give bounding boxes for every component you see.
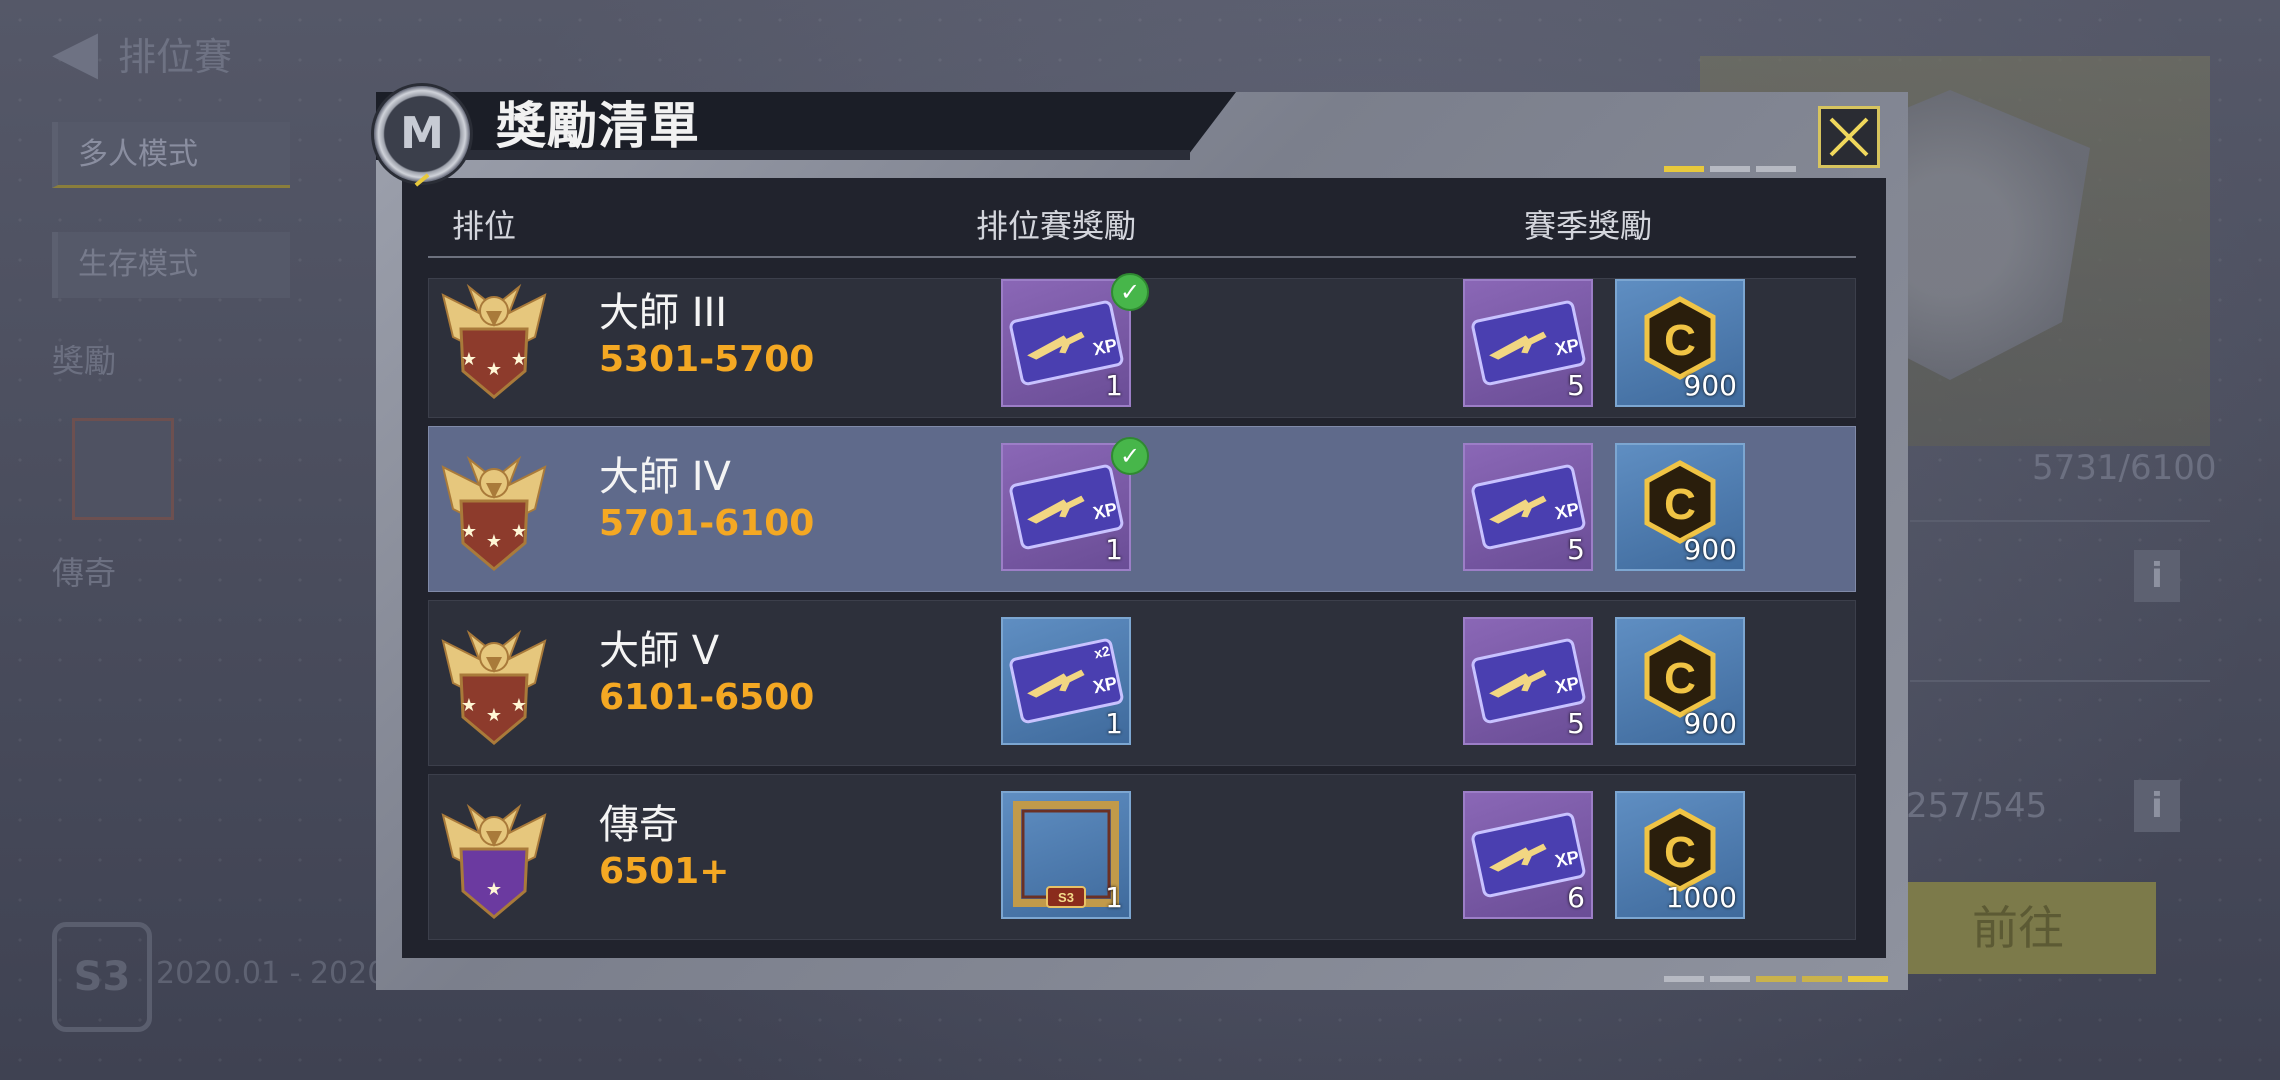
reward-count: 1 [1105, 533, 1123, 566]
table-row[interactable]: ★ ★ ★ 大師 V 6101-6500 XP x2 1 XP 5 C 900 [428, 600, 1856, 766]
svg-text:C: C [1664, 316, 1696, 365]
column-header-rank: 排位 [452, 207, 517, 245]
modal-title: 獎勵清單 [496, 97, 700, 155]
reward-count: 5 [1567, 707, 1585, 740]
rank-name: 大師 IV [599, 454, 731, 500]
rank-name: 大師 V [599, 628, 720, 674]
season-badge-icon: S3 [52, 922, 152, 1032]
decor-dash [1710, 976, 1750, 982]
decor-dash [1664, 976, 1704, 982]
svg-text:★: ★ [461, 521, 477, 542]
svg-text:★: ★ [511, 521, 527, 542]
rank-range: 5701-6100 [599, 503, 815, 544]
close-button[interactable] [1818, 106, 1880, 168]
claimed-check-icon: ✓ [1111, 273, 1149, 311]
xp-card-reward[interactable]: XP 6 [1463, 791, 1593, 919]
bg-divider [1910, 520, 2210, 522]
decor-dash [1664, 166, 1704, 172]
master-rank-icon: ★ ★ ★ [439, 613, 549, 753]
rank-name: 大師 III [599, 290, 728, 336]
xp-card-reward[interactable]: XP 5 [1463, 617, 1593, 745]
cod-points-reward[interactable]: C 900 [1615, 279, 1745, 407]
svg-text:★: ★ [461, 695, 477, 716]
cod-points-reward[interactable]: C 900 [1615, 617, 1745, 745]
info-icon[interactable]: i [2134, 780, 2180, 832]
table-row[interactable]: ★ 傳奇 6501+ S3 1 XP 6 C 1000 [428, 774, 1856, 940]
bg-page-title: 排位賽 [118, 35, 233, 79]
logo-glyph: M [400, 108, 444, 159]
cod-points-reward[interactable]: C 1000 [1615, 791, 1745, 919]
go-button[interactable]: 前往 [1880, 882, 2156, 974]
reward-count: 900 [1683, 533, 1737, 566]
bg-progress-2: 257/545 [1906, 786, 2048, 826]
decor-dash [1756, 976, 1796, 982]
close-icon [1829, 117, 1869, 157]
svg-text:★: ★ [486, 879, 502, 900]
reward-count: 5 [1567, 369, 1585, 402]
avatar-frame-reward[interactable]: S3 1 [1001, 791, 1131, 919]
rank-name: 傳奇 [599, 802, 679, 848]
table-row[interactable]: ★ ★ ★ 大師 III 5301-5700 XP 1 ✓ XP 5 C 900 [428, 273, 1856, 418]
svg-text:★: ★ [486, 359, 502, 380]
cod-points-reward[interactable]: C 900 [1615, 443, 1745, 571]
master-rank-icon: ★ ★ ★ [439, 439, 549, 579]
rank-range: 6501+ [599, 851, 730, 892]
svg-text:C: C [1664, 480, 1696, 529]
decor-dash [1756, 166, 1796, 172]
reward-count: 900 [1683, 707, 1737, 740]
tab-multiplayer[interactable]: 多人模式 [52, 122, 290, 188]
xp-card-reward[interactable]: XP 5 [1463, 279, 1593, 407]
master-rank-icon: ★ ★ ★ [439, 267, 549, 407]
claimed-check-icon: ✓ [1111, 437, 1149, 475]
bg-divider [1910, 680, 2210, 682]
svg-text:C: C [1664, 654, 1696, 703]
column-header-ranked-reward: 排位賽獎勵 [976, 207, 1137, 245]
svg-text:★: ★ [486, 705, 502, 726]
bg-section-label: 獎勵 [52, 342, 117, 380]
reward-count: 1 [1105, 881, 1123, 914]
table-row[interactable]: ★ ★ ★ 大師 IV 5701-6100 XP 1 ✓ XP 5 C 900 [428, 426, 1856, 592]
reward-count: 1 [1105, 707, 1123, 740]
reward-count: 1000 [1665, 881, 1737, 914]
bg-tier-label: 傳奇 [52, 554, 117, 592]
legend-rank-icon: ★ [439, 787, 549, 927]
info-icon[interactable]: i [2134, 550, 2180, 602]
decor-dash [1802, 976, 1842, 982]
rank-range: 6101-6500 [599, 677, 815, 718]
svg-text:★: ★ [511, 349, 527, 370]
column-header-season-reward: 賽季獎勵 [1524, 207, 1653, 245]
decor-dash [1710, 166, 1750, 172]
svg-text:★: ★ [461, 349, 477, 370]
back-arrow-icon[interactable]: ◀ [52, 22, 122, 82]
svg-text:★: ★ [486, 531, 502, 552]
reward-count: 6 [1567, 881, 1585, 914]
bg-progress-1: 5731/6100 [2032, 448, 2217, 488]
decor-dash [1848, 976, 1888, 982]
svg-text:★: ★ [511, 695, 527, 716]
svg-text:C: C [1664, 828, 1696, 877]
reward-count: 5 [1567, 533, 1585, 566]
double-xp-card-reward[interactable]: XP x2 1 [1001, 617, 1131, 745]
reward-count: 900 [1683, 369, 1737, 402]
header-divider [428, 256, 1856, 258]
xp-card-reward[interactable]: XP 5 [1463, 443, 1593, 571]
bg-reward-box [72, 418, 174, 520]
season-dates: 2020.01 - 2020. [156, 956, 396, 991]
tab-battle-royale[interactable]: 生存模式 [52, 232, 290, 298]
reward-count: 1 [1105, 369, 1123, 402]
rank-range: 5301-5700 [599, 339, 815, 380]
svg-text:S3: S3 [1058, 890, 1074, 905]
